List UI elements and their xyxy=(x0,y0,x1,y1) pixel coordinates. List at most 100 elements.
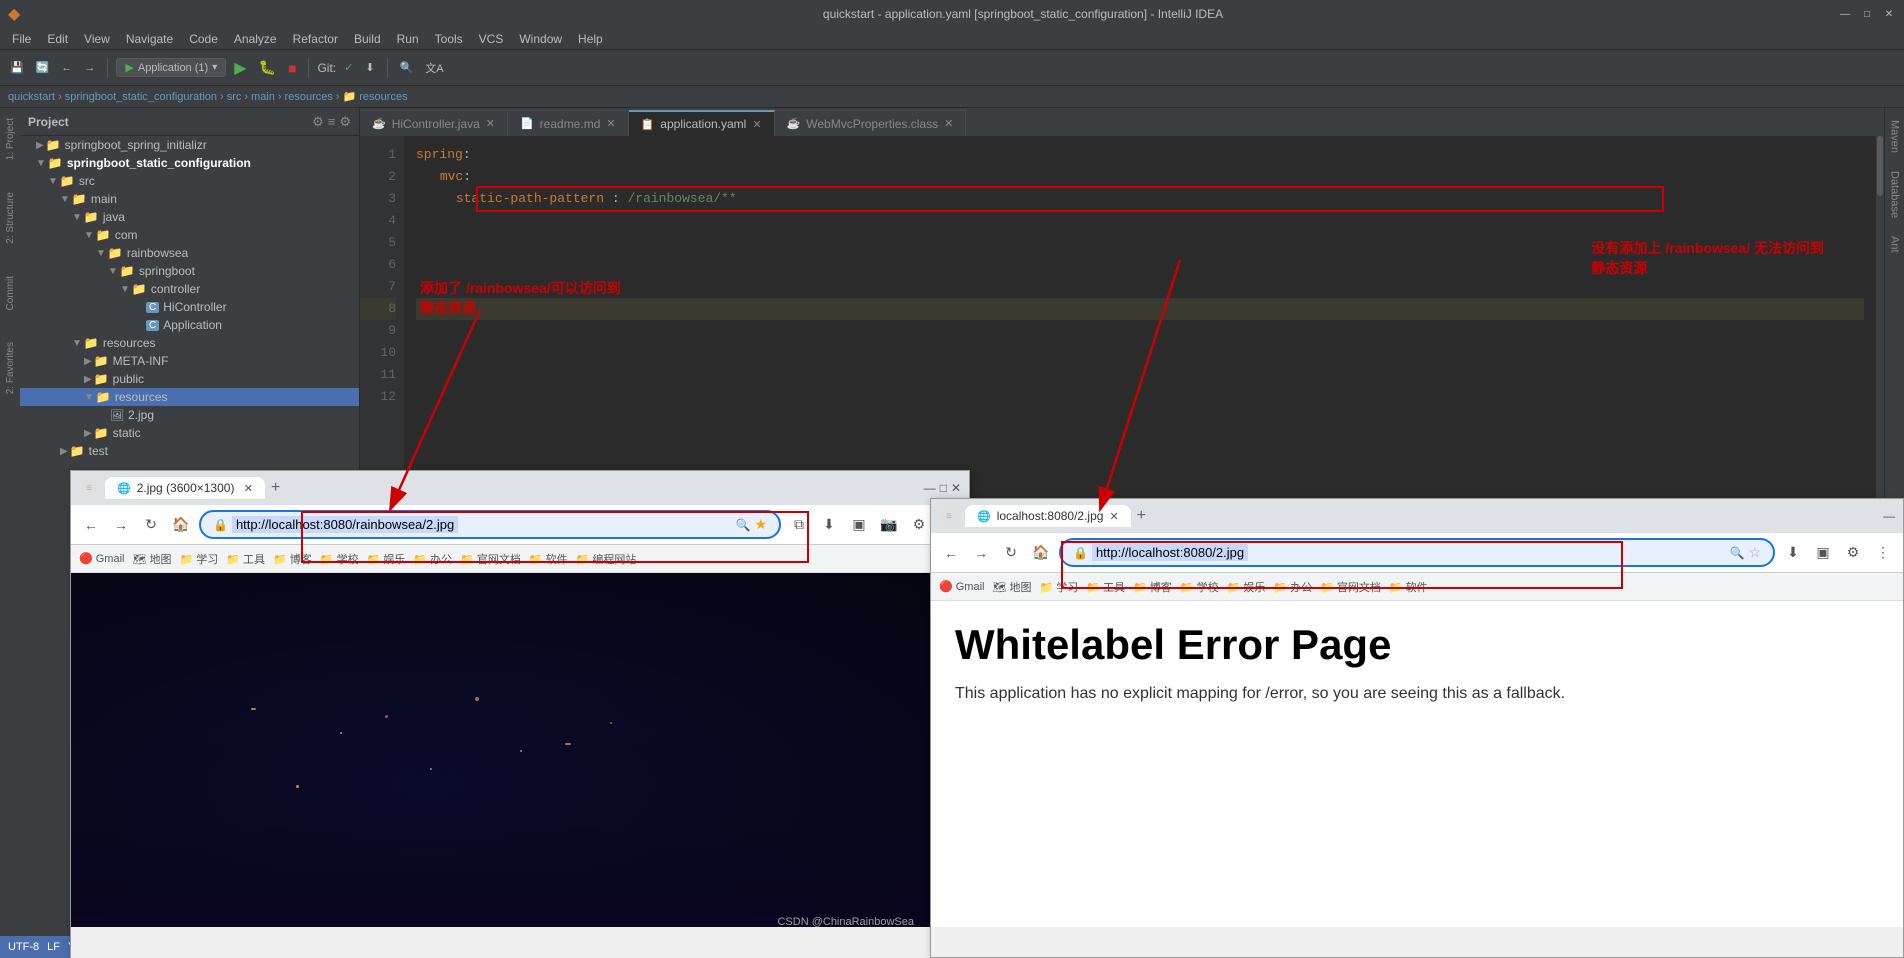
tree-item-springboot-init[interactable]: ▶ 📁 springboot_spring_initializr xyxy=(20,136,359,154)
browser1-forward[interactable]: → xyxy=(109,513,133,537)
left-tab-structure[interactable]: 2: Structure xyxy=(3,186,18,250)
bookmark-docs-2[interactable]: 📁 官网文档 xyxy=(1320,579,1381,595)
browser2-new-tab[interactable]: + xyxy=(1137,507,1146,525)
tree-item-controller[interactable]: ▼ 📁 controller xyxy=(20,280,359,298)
browser2-tab-close[interactable]: ✕ xyxy=(1109,510,1118,523)
toolbar-save[interactable]: 💾 xyxy=(6,56,28,80)
tree-item-springboot-static[interactable]: ▼ 📁 springboot_static_configuration xyxy=(20,154,359,172)
bookmark-ent-1[interactable]: 📁 娱乐 xyxy=(367,551,406,567)
browser2-btn3[interactable]: ⚙ xyxy=(1841,541,1865,565)
tree-item-hicontroller[interactable]: C HiController xyxy=(20,298,359,316)
close-button[interactable]: ✕ xyxy=(1882,7,1896,21)
tree-item-src[interactable]: ▼ 📁 src xyxy=(20,172,359,190)
tab-application-yaml[interactable]: 📋 application.yaml ✕ xyxy=(629,110,775,136)
bookmark-soft-1[interactable]: 📁 软件 xyxy=(529,551,568,567)
menu-help[interactable]: Help xyxy=(570,30,611,48)
browser1-download[interactable]: ⬇ xyxy=(817,513,841,537)
browser2-minimize[interactable]: — xyxy=(1883,509,1895,523)
tree-item-com[interactable]: ▼ 📁 com xyxy=(20,226,359,244)
bookmark-ent-2[interactable]: 📁 娱乐 xyxy=(1227,579,1266,595)
bookmark-gmail-2[interactable]: 🔴 Gmail xyxy=(939,580,984,593)
browser1-copy[interactable]: ⧉ xyxy=(787,513,811,537)
tree-item-2jpg[interactable]: 🖼 2.jpg xyxy=(20,406,359,424)
menu-edit[interactable]: Edit xyxy=(39,30,76,48)
right-panel-database[interactable]: Database xyxy=(1887,163,1903,226)
bookmark-tools-2[interactable]: 📁 工具 xyxy=(1086,579,1125,595)
sidebar-gear-icon[interactable]: ⚙ xyxy=(312,114,324,130)
tab-webmvc[interactable]: ☕ WebMvcProperties.class ✕ xyxy=(775,110,967,136)
stop-button[interactable]: ■ xyxy=(284,56,300,80)
breadcrumb-resources2[interactable]: 📁 resources xyxy=(343,90,408,103)
browser1-minimize[interactable]: — xyxy=(924,481,936,495)
maximize-button[interactable]: □ xyxy=(1860,7,1874,21)
bookmark-tools-1[interactable]: 📁 工具 xyxy=(226,551,265,567)
tab-readme[interactable]: 📄 readme.md ✕ xyxy=(508,110,629,136)
menu-tools[interactable]: Tools xyxy=(427,30,471,48)
tab-close-yaml[interactable]: ✕ xyxy=(752,118,761,131)
toolbar-forward[interactable]: → xyxy=(80,56,99,80)
tree-item-springboot[interactable]: ▼ 📁 springboot xyxy=(20,262,359,280)
browser-tab-2-active[interactable]: 🌐 localhost:8080/2.jpg ✕ xyxy=(965,505,1131,527)
menu-window[interactable]: Window xyxy=(511,30,570,48)
tree-item-resources-main[interactable]: ▼ 📁 resources xyxy=(20,334,359,352)
tree-item-resources-selected[interactable]: ▼ 📁 resources xyxy=(20,388,359,406)
tab-close-readme[interactable]: ✕ xyxy=(606,117,615,130)
bookmark-gmail-1[interactable]: 🔴 Gmail xyxy=(79,552,124,565)
minimize-button[interactable]: — xyxy=(1838,7,1852,21)
browser1-refresh[interactable]: ↻ xyxy=(139,513,163,537)
translate-button[interactable]: 文A xyxy=(421,56,447,80)
toolbar-sync[interactable]: 🔄 xyxy=(32,56,54,80)
git-checkmark[interactable]: ✓ xyxy=(340,56,357,80)
tree-item-main[interactable]: ▼ 📁 main xyxy=(20,190,359,208)
browser2-back[interactable]: ← xyxy=(939,541,963,565)
breadcrumb-resources[interactable]: resources xyxy=(285,91,333,103)
browser2-star-icon[interactable]: ☆ xyxy=(1748,544,1761,561)
browser2-btn2[interactable]: ▣ xyxy=(1811,541,1835,565)
browser1-maximize[interactable]: □ xyxy=(940,481,947,495)
bookmark-map-2[interactable]: 🗺 地图 xyxy=(992,579,1031,595)
menu-refactor[interactable]: Refactor xyxy=(285,30,346,48)
bookmark-map-1[interactable]: 🗺 地图 xyxy=(132,551,171,567)
left-tab-commit[interactable]: Commit xyxy=(3,270,18,316)
tab-close-hicontroller[interactable]: ✕ xyxy=(486,117,495,130)
menu-run[interactable]: Run xyxy=(389,30,427,48)
breadcrumb-main[interactable]: main xyxy=(251,91,275,103)
tree-item-application[interactable]: C Application xyxy=(20,316,359,334)
browser2-menu-icon[interactable]: ≡ xyxy=(946,511,952,522)
tree-item-java[interactable]: ▼ 📁 java xyxy=(20,208,359,226)
tree-item-meta-inf[interactable]: ▶ 📁 META-INF xyxy=(20,352,359,370)
browser2-home[interactable]: 🏠 xyxy=(1029,541,1053,565)
bookmark-blog-2[interactable]: 📁 博客 xyxy=(1133,579,1172,595)
browser1-new-tab[interactable]: + xyxy=(271,479,280,497)
left-tab-project[interactable]: 1: Project xyxy=(3,112,18,166)
menu-build[interactable]: Build xyxy=(346,30,389,48)
bookmark-school-2[interactable]: 📁 学校 xyxy=(1180,579,1219,595)
menu-view[interactable]: View xyxy=(76,30,118,48)
tree-item-rainbowsea[interactable]: ▼ 📁 rainbowsea xyxy=(20,244,359,262)
menu-file[interactable]: File xyxy=(4,30,39,48)
browser1-star-icon[interactable]: ★ xyxy=(754,516,767,533)
tab-close-webmvc[interactable]: ✕ xyxy=(944,117,953,130)
bookmark-office-2[interactable]: 📁 办公 xyxy=(1273,579,1312,595)
menu-code[interactable]: Code xyxy=(181,30,226,48)
breadcrumb-module[interactable]: springboot_static_configuration xyxy=(65,91,217,103)
tree-item-public[interactable]: ▶ 📁 public xyxy=(20,370,359,388)
tree-item-test[interactable]: ▶ 📁 test xyxy=(20,442,359,460)
left-tab-favorites[interactable]: 2: Favorites xyxy=(3,336,18,400)
bookmark-code-1[interactable]: 📁 编程网站 xyxy=(576,551,637,567)
run-button[interactable]: ▶ xyxy=(230,56,250,80)
bookmark-study-2[interactable]: 📁 学习 xyxy=(1040,579,1079,595)
bookmark-soft-2[interactable]: 📁 软件 xyxy=(1389,579,1428,595)
browser1-close[interactable]: ✕ xyxy=(951,481,961,495)
browser1-capture[interactable]: 📷 xyxy=(877,513,901,537)
toolbar-back[interactable]: ← xyxy=(57,56,76,80)
breadcrumb-quickstart[interactable]: quickstart xyxy=(8,91,55,103)
git-update[interactable]: ⬇ xyxy=(361,56,378,80)
browser1-settings[interactable]: ⚙ xyxy=(907,513,931,537)
menu-vcs[interactable]: VCS xyxy=(471,30,512,48)
browser-tab-1-active[interactable]: 🌐 2.jpg (3600×1300) ✕ xyxy=(105,477,265,499)
menu-navigate[interactable]: Navigate xyxy=(118,30,181,48)
bookmark-study-1[interactable]: 📁 学习 xyxy=(180,551,219,567)
tab-hicontroller[interactable]: ☕ HiController.java ✕ xyxy=(360,110,508,136)
right-panel-ant[interactable]: Ant xyxy=(1887,228,1903,261)
